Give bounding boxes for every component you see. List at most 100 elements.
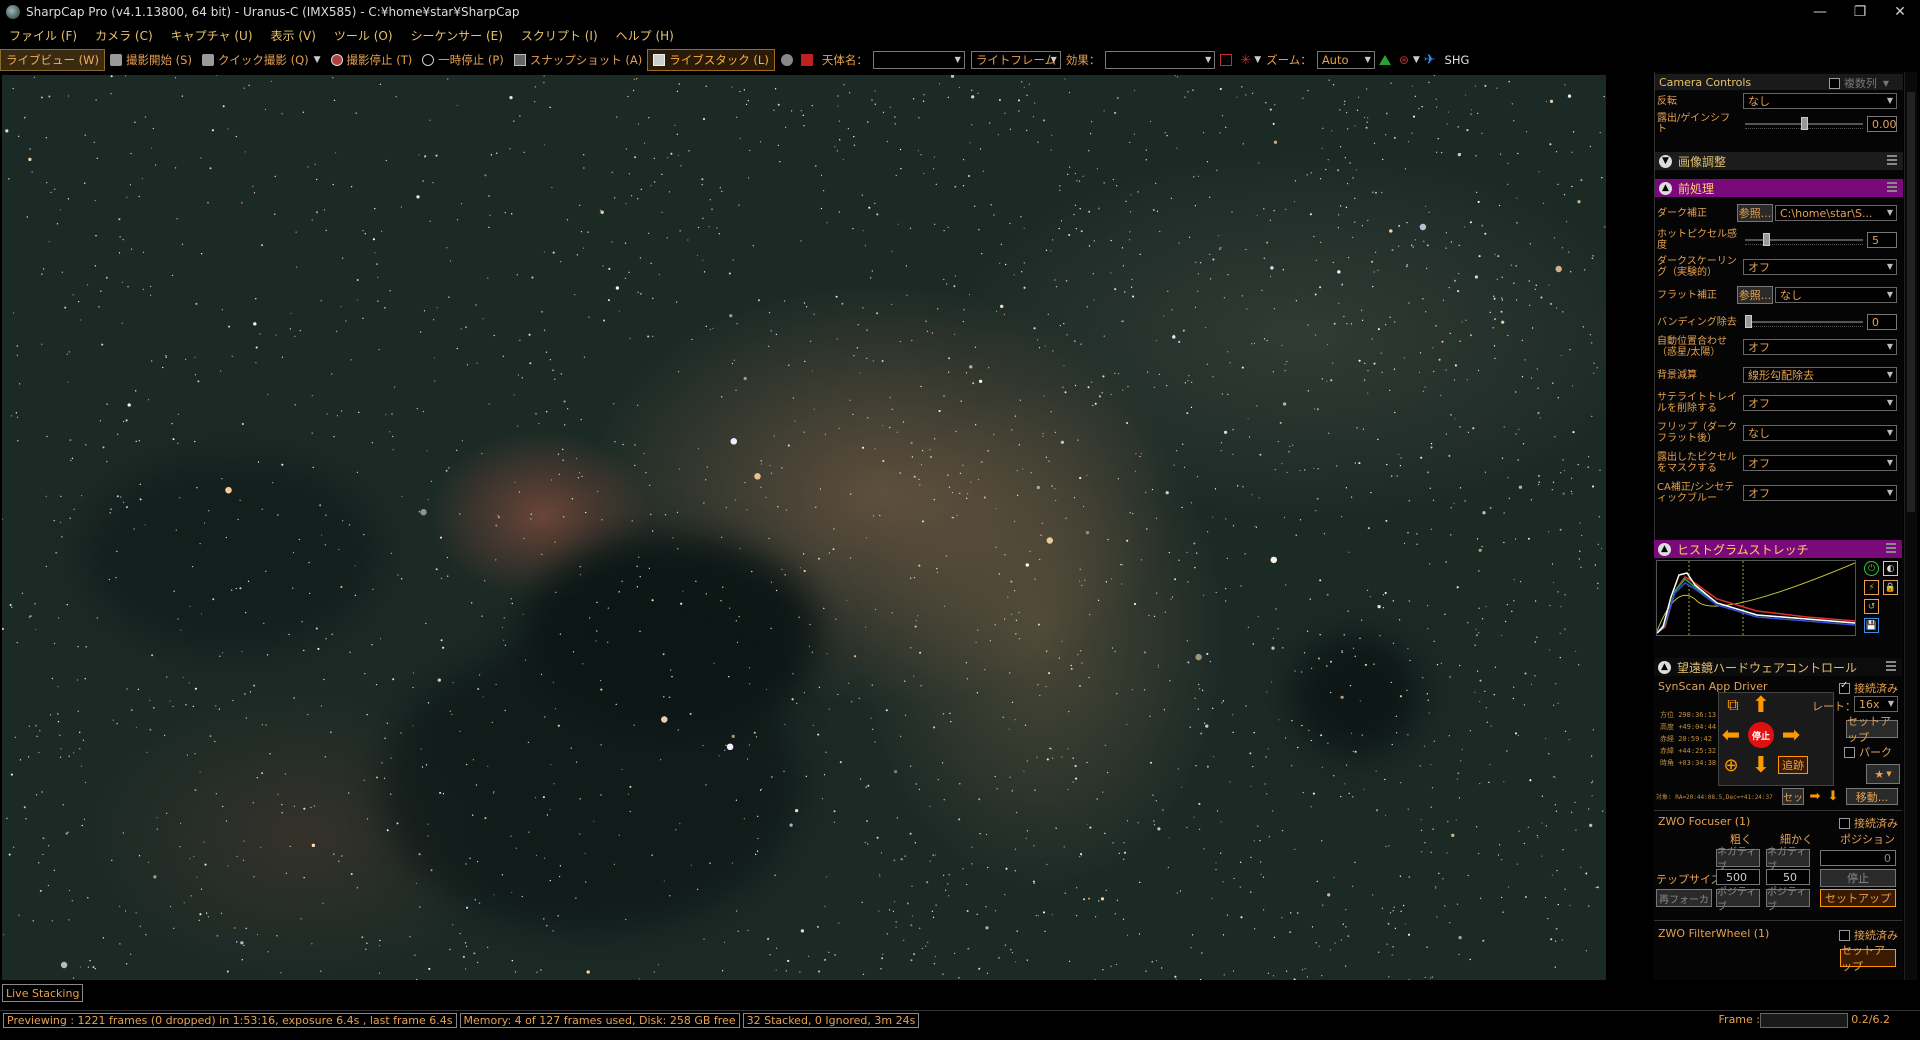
quick-capture-button[interactable]: クイック撮影 (Q) ▼ bbox=[197, 50, 326, 70]
arrow-down-icon[interactable]: ⬇ bbox=[1748, 752, 1774, 778]
preprocess-header[interactable]: ▲ 前処理 bbox=[1655, 179, 1903, 197]
focuser-connected[interactable]: 接続済み bbox=[1839, 815, 1898, 831]
selection-area-icon[interactable] bbox=[1220, 54, 1233, 66]
focus-assist-icon[interactable]: ⊛ bbox=[1399, 53, 1409, 67]
target-name-select[interactable]: ▼ bbox=[872, 51, 965, 69]
lightning-icon[interactable]: ⚡ bbox=[1864, 580, 1879, 595]
menu-scripting[interactable]: スクリプト (I) bbox=[512, 27, 607, 44]
dark-scaling-select[interactable]: オフ ▼ bbox=[1743, 259, 1897, 275]
move-button[interactable]: 移動... bbox=[1846, 788, 1898, 805]
shg-label[interactable]: SHG bbox=[1445, 53, 1470, 67]
dark-file-select[interactable]: C:\home\star\S... ▼ bbox=[1775, 205, 1897, 221]
checkbox[interactable] bbox=[1839, 929, 1850, 941]
set-button[interactable]: セッ bbox=[1782, 788, 1804, 805]
filterwheel-setup-button[interactable]: セットアップ bbox=[1840, 944, 1896, 973]
refocus-button[interactable]: 再フォーカ bbox=[1656, 889, 1712, 907]
reset-icon[interactable]: ↺ bbox=[1864, 599, 1879, 614]
zoom-select[interactable]: Auto ▼ bbox=[1316, 51, 1375, 69]
menu-icon[interactable] bbox=[1886, 661, 1896, 671]
mask-select[interactable]: オフ ▼ bbox=[1743, 455, 1897, 471]
menu-file[interactable]: ファイル (F) bbox=[0, 27, 86, 44]
close-icon[interactable]: ✕ bbox=[1880, 0, 1920, 24]
chevron-up-icon[interactable]: ▲ bbox=[1659, 181, 1672, 195]
minimize-icon[interactable]: — bbox=[1800, 0, 1840, 24]
auto-align-select[interactable]: オフ ▼ bbox=[1743, 339, 1897, 355]
flip-select[interactable]: なし ▼ bbox=[1743, 93, 1897, 109]
chevron-up-icon[interactable]: ▲ bbox=[1658, 660, 1671, 674]
synscan-connected[interactable]: 接続済み bbox=[1839, 680, 1898, 696]
chevron-down-icon[interactable]: ▼ bbox=[314, 55, 321, 65]
filterwheel-connected[interactable]: 接続済み bbox=[1839, 927, 1898, 943]
menu-help[interactable]: ヘルプ (H) bbox=[607, 27, 683, 44]
scrollbar-thumb[interactable] bbox=[1907, 92, 1915, 512]
flat-browse-button[interactable]: 参照... bbox=[1737, 286, 1773, 304]
coarse-negative-button[interactable]: ネガティブ bbox=[1716, 847, 1760, 873]
sat-trail-select[interactable]: オフ ▼ bbox=[1743, 395, 1897, 411]
save-icon[interactable]: 💾 bbox=[1864, 618, 1879, 633]
arrow-right-icon[interactable]: ➡ bbox=[1778, 722, 1804, 748]
target-icon[interactable]: ⊕ bbox=[1718, 752, 1744, 778]
menu-icon[interactable] bbox=[1886, 543, 1896, 553]
synscan-setup-button[interactable]: セットアップ bbox=[1846, 715, 1898, 744]
scope-hw-header[interactable]: ▲ 望遠鏡ハードウェアコントロール bbox=[1654, 658, 1902, 676]
checkbox[interactable] bbox=[1839, 680, 1850, 694]
menu-camera[interactable]: カメラ (C) bbox=[86, 27, 162, 44]
fine-negative-button[interactable]: ネガティブ bbox=[1766, 847, 1810, 873]
menu-icon[interactable] bbox=[1887, 182, 1897, 192]
goto-icon[interactable]: ⧉ bbox=[1720, 692, 1746, 718]
rate-select[interactable]: 16x ▼ bbox=[1854, 696, 1898, 712]
menu-icon[interactable] bbox=[1887, 155, 1897, 165]
menu-tools[interactable]: ツール (O) bbox=[325, 27, 402, 44]
live-image-viewport[interactable] bbox=[2, 75, 1606, 980]
arrow-down-icon[interactable]: ⬇ bbox=[1824, 786, 1842, 806]
chevron-down-icon[interactable]: ▼ bbox=[1659, 154, 1672, 168]
image-adjust-header[interactable]: ▼ 画像調整 bbox=[1655, 152, 1903, 170]
live-stack-button[interactable]: ライブスタック (L) bbox=[647, 49, 775, 71]
focuser-setup-button[interactable]: セットアップ bbox=[1820, 889, 1896, 907]
reticle-icon[interactable]: ✳ bbox=[1240, 53, 1251, 68]
track-button[interactable]: 追跡 bbox=[1778, 756, 1808, 774]
exposure-gain-slider[interactable] bbox=[1745, 116, 1863, 132]
banding-input[interactable]: 0 bbox=[1867, 314, 1897, 330]
fine-positive-button[interactable]: ポジティブ bbox=[1766, 887, 1810, 913]
start-capture-button[interactable]: 撮影開始 (S) bbox=[105, 50, 197, 70]
live-stacking-tab[interactable]: Live Stacking bbox=[2, 984, 84, 1002]
shg-icon[interactable]: ✈ bbox=[1424, 52, 1436, 68]
chevron-down-icon[interactable]: ▼ bbox=[1254, 55, 1261, 65]
coarse-positive-button[interactable]: ポジティブ bbox=[1716, 887, 1760, 913]
arrow-left-icon[interactable]: ⬅ bbox=[1718, 722, 1744, 748]
film-icon[interactable] bbox=[800, 54, 813, 66]
auto-stretch-icon[interactable]: ⏻ bbox=[1864, 561, 1879, 576]
chevron-up-icon[interactable]: ▲ bbox=[1658, 542, 1671, 556]
focuser-stop-button[interactable]: 停止 bbox=[1820, 869, 1896, 887]
arrow-right-icon[interactable]: ➡ bbox=[1806, 786, 1824, 806]
menu-view[interactable]: 表示 (V) bbox=[262, 27, 325, 44]
chevron-down-icon[interactable]: ▼ bbox=[1413, 55, 1420, 65]
histogram-chart[interactable] bbox=[1656, 560, 1856, 636]
hotpixel-input[interactable]: 5 bbox=[1867, 232, 1897, 248]
park-toggle[interactable]: パーク bbox=[1844, 744, 1892, 760]
frame-type-select[interactable]: ライトフレーム ▼ bbox=[970, 51, 1061, 69]
banding-slider[interactable] bbox=[1745, 314, 1863, 330]
exposure-gain-input[interactable]: 0.00 bbox=[1867, 116, 1897, 132]
effect-select[interactable]: ▼ bbox=[1105, 51, 1216, 69]
multi-column-toggle[interactable]: 複数列 ▼ bbox=[1828, 75, 1889, 91]
checkbox[interactable] bbox=[1828, 77, 1840, 89]
arrow-up-icon[interactable]: ⬆ bbox=[1748, 692, 1774, 718]
pause-button[interactable]: 一時停止 (P) bbox=[417, 50, 509, 70]
checkbox[interactable] bbox=[1839, 817, 1850, 829]
panel-scrollbar[interactable] bbox=[1904, 72, 1917, 980]
ca-select[interactable]: オフ ▼ bbox=[1743, 485, 1897, 501]
histogram-icon[interactable] bbox=[1378, 55, 1391, 65]
position-input[interactable]: 0 bbox=[1820, 850, 1896, 866]
histogram-header[interactable]: ▲ ヒストグラムストレッチ bbox=[1654, 540, 1902, 558]
dark-browse-button[interactable]: 参照... bbox=[1737, 204, 1773, 222]
menu-capture[interactable]: キャプチャ (U) bbox=[162, 27, 262, 44]
lock-icon[interactable]: 🔒 bbox=[1883, 580, 1898, 595]
stop-capture-button[interactable]: 撮影停止 (T) bbox=[326, 50, 418, 70]
flat-file-select[interactable]: なし ▼ bbox=[1775, 287, 1897, 303]
star-select[interactable]: ★ ▼ bbox=[1866, 764, 1900, 784]
live-view-button[interactable]: ライブビュー (W) bbox=[0, 49, 105, 71]
stop-button[interactable]: 停止 bbox=[1748, 722, 1774, 748]
flip-dark-select[interactable]: なし ▼ bbox=[1743, 425, 1897, 441]
